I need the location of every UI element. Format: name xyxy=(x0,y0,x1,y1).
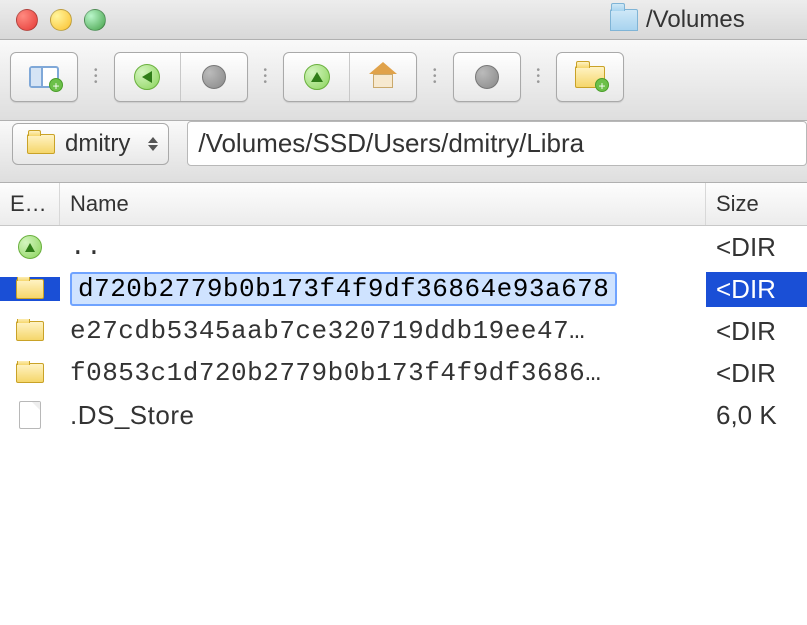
file-name-edit[interactable]: d720b2779b0b173f4f9df36864e93a678 xyxy=(70,272,617,306)
folder-add-icon: + xyxy=(575,66,605,88)
arrow-left-icon xyxy=(134,64,160,90)
column-header-name[interactable]: Name xyxy=(60,183,706,225)
forward-button[interactable] xyxy=(181,53,247,101)
list-item[interactable]: e27cdb5345aab7ce320719ddb19ee47… <DIR xyxy=(0,310,807,352)
file-size: 6,0 K xyxy=(706,398,807,433)
go-up-button[interactable] xyxy=(284,53,350,101)
folder-icon xyxy=(610,9,638,31)
window-title-text: /Volumes xyxy=(646,6,745,34)
file-size: <DIR xyxy=(706,272,807,307)
file-icon xyxy=(19,401,41,429)
column-headers: E… Name Size xyxy=(0,183,807,226)
action-group xyxy=(453,52,521,102)
file-size: <DIR xyxy=(706,230,807,265)
location-bar: dmitry /Volumes/SSD/Users/dmitry/Libra xyxy=(0,121,807,183)
nav-group xyxy=(114,52,248,102)
chevron-updown-icon xyxy=(148,137,158,151)
minimize-window-button[interactable] xyxy=(50,9,72,31)
list-item[interactable]: d720b2779b0b173f4f9df36864e93a678 <DIR xyxy=(0,268,807,310)
home-button[interactable] xyxy=(350,53,416,101)
back-button[interactable] xyxy=(115,53,181,101)
list-item[interactable]: .. <DIR xyxy=(0,226,807,268)
go-up-icon xyxy=(18,235,42,259)
folder-icon xyxy=(27,134,55,154)
file-name: .DS_Store xyxy=(60,398,706,433)
updir-group xyxy=(283,52,417,102)
window-title: /Volumes xyxy=(610,0,745,39)
location-dropdown-label: dmitry xyxy=(65,130,130,158)
location-dropdown[interactable]: dmitry xyxy=(12,123,169,165)
folder-icon xyxy=(16,321,44,341)
toolbar-separator-icon: ••• xyxy=(264,68,268,86)
panel-group: + xyxy=(10,52,78,102)
window-titlebar: /Volumes xyxy=(0,0,807,40)
list-item[interactable]: f0853c1d720b2779b0b173f4f9df3686… <DIR xyxy=(0,352,807,394)
folder-icon xyxy=(16,279,44,299)
action-button[interactable] xyxy=(454,53,520,101)
zoom-window-button[interactable] xyxy=(84,9,106,31)
close-window-button[interactable] xyxy=(16,9,38,31)
folder-icon xyxy=(16,363,44,383)
panel-add-icon: + xyxy=(29,66,59,88)
new-folder-button[interactable]: + xyxy=(557,53,623,101)
file-name: .. xyxy=(60,230,706,264)
disabled-dot-icon xyxy=(475,65,499,89)
list-item[interactable]: .DS_Store 6,0 K xyxy=(0,394,807,436)
file-name: e27cdb5345aab7ce320719ddb19ee47… xyxy=(60,314,706,348)
traffic-lights xyxy=(16,9,106,31)
new-panel-button[interactable]: + xyxy=(11,53,77,101)
toolbar-separator-icon: ••• xyxy=(537,68,541,86)
file-size: <DIR xyxy=(706,356,807,391)
column-header-size[interactable]: Size xyxy=(706,183,807,225)
arrow-up-icon xyxy=(304,64,330,90)
toolbar-separator-icon: ••• xyxy=(433,68,437,86)
file-name: f0853c1d720b2779b0b173f4f9df3686… xyxy=(60,356,706,390)
path-input[interactable]: /Volumes/SSD/Users/dmitry/Libra xyxy=(187,121,807,166)
newfolder-group: + xyxy=(556,52,624,102)
home-icon xyxy=(369,66,397,88)
toolbar-separator-icon: ••• xyxy=(94,68,98,86)
column-header-ext[interactable]: E… xyxy=(0,183,60,225)
file-size: <DIR xyxy=(706,314,807,349)
toolbar: + ••• ••• ••• ••• + xyxy=(0,40,807,121)
file-list: E… Name Size .. <DIR d720b2779b0b173f4f9… xyxy=(0,183,807,436)
disabled-dot-icon xyxy=(202,65,226,89)
